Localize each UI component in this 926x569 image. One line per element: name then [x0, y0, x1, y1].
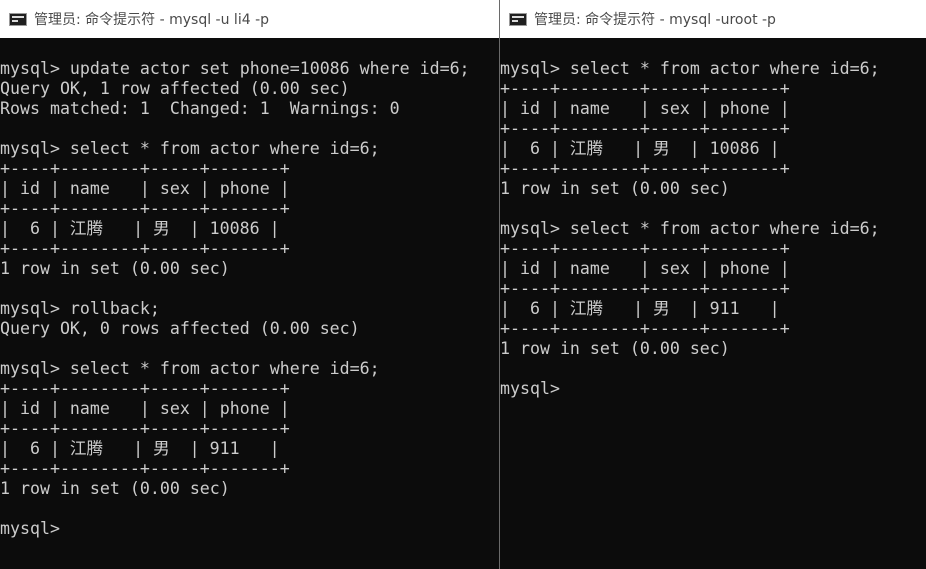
- command-prompt[interactable]: mysql>: [500, 379, 926, 399]
- right-console-output[interactable]: mysql> select * from actor where id=6; +…: [500, 59, 926, 399]
- console-line: +----+--------+-----+-------+: [0, 239, 290, 258]
- console-line: 1 row in set (0.00 sec): [500, 179, 730, 198]
- console-line: | 6 | 江腾 | 男 | 10086 |: [0, 219, 280, 238]
- console-line: | id | name | sex | phone |: [500, 99, 790, 118]
- console-line: Query OK, 1 row affected (0.00 sec): [0, 79, 350, 98]
- right-terminal-window[interactable]: 管理员: 命令提示符 - mysql -uroot -p mysql> sele…: [500, 0, 926, 569]
- console-line: Query OK, 0 rows affected (0.00 sec): [0, 319, 360, 338]
- console-line: mysql> rollback;: [0, 299, 160, 318]
- console-line: 1 row in set (0.00 sec): [0, 479, 230, 498]
- right-titlebar[interactable]: 管理员: 命令提示符 - mysql -uroot -p: [500, 0, 926, 38]
- console-line: +----+--------+-----+-------+: [0, 419, 290, 438]
- console-line: 1 row in set (0.00 sec): [0, 259, 230, 278]
- console-line: +----+--------+-----+-------+: [0, 199, 290, 218]
- console-line: +----+--------+-----+-------+: [500, 239, 790, 258]
- console-line: mysql> select * from actor where id=6;: [500, 59, 880, 78]
- console-line: +----+--------+-----+-------+: [0, 379, 290, 398]
- console-line: +----+--------+-----+-------+: [500, 79, 790, 98]
- console-line: | 6 | 江腾 | 男 | 10086 |: [500, 139, 780, 158]
- console-icon: [509, 12, 527, 26]
- console-icon: [9, 12, 27, 26]
- left-console-output[interactable]: mysql> update actor set phone=10086 wher…: [0, 59, 499, 539]
- console-line: 1 row in set (0.00 sec): [500, 339, 730, 358]
- console-line: +----+--------+-----+-------+: [500, 319, 790, 338]
- console-line: | id | name | sex | phone |: [0, 179, 290, 198]
- right-window-title: 管理员: 命令提示符 - mysql -uroot -p: [534, 12, 776, 28]
- left-window-title: 管理员: 命令提示符 - mysql -u li4 -p: [34, 12, 270, 28]
- console-line: +----+--------+-----+-------+: [0, 159, 290, 178]
- console-line: mysql> select * from actor where id=6;: [500, 219, 880, 238]
- console-line: +----+--------+-----+-------+: [500, 159, 790, 178]
- left-terminal-window[interactable]: 管理员: 命令提示符 - mysql -u li4 -p mysql> upda…: [0, 0, 499, 569]
- console-line: mysql> select * from actor where id=6;: [0, 359, 380, 378]
- console-line: mysql> select * from actor where id=6;: [0, 139, 380, 158]
- left-titlebar[interactable]: 管理员: 命令提示符 - mysql -u li4 -p: [0, 0, 499, 38]
- console-line: +----+--------+-----+-------+: [0, 459, 290, 478]
- console-line: +----+--------+-----+-------+: [500, 119, 790, 138]
- command-prompt[interactable]: mysql>: [0, 519, 499, 539]
- console-line: +----+--------+-----+-------+: [500, 279, 790, 298]
- console-line: | 6 | 江腾 | 男 | 911 |: [0, 439, 280, 458]
- console-line: mysql> update actor set phone=10086 wher…: [0, 59, 470, 78]
- console-line: Rows matched: 1 Changed: 1 Warnings: 0: [0, 99, 400, 118]
- console-line: | id | name | sex | phone |: [500, 259, 790, 278]
- console-line: | id | name | sex | phone |: [0, 399, 290, 418]
- console-line: | 6 | 江腾 | 男 | 911 |: [500, 299, 780, 318]
